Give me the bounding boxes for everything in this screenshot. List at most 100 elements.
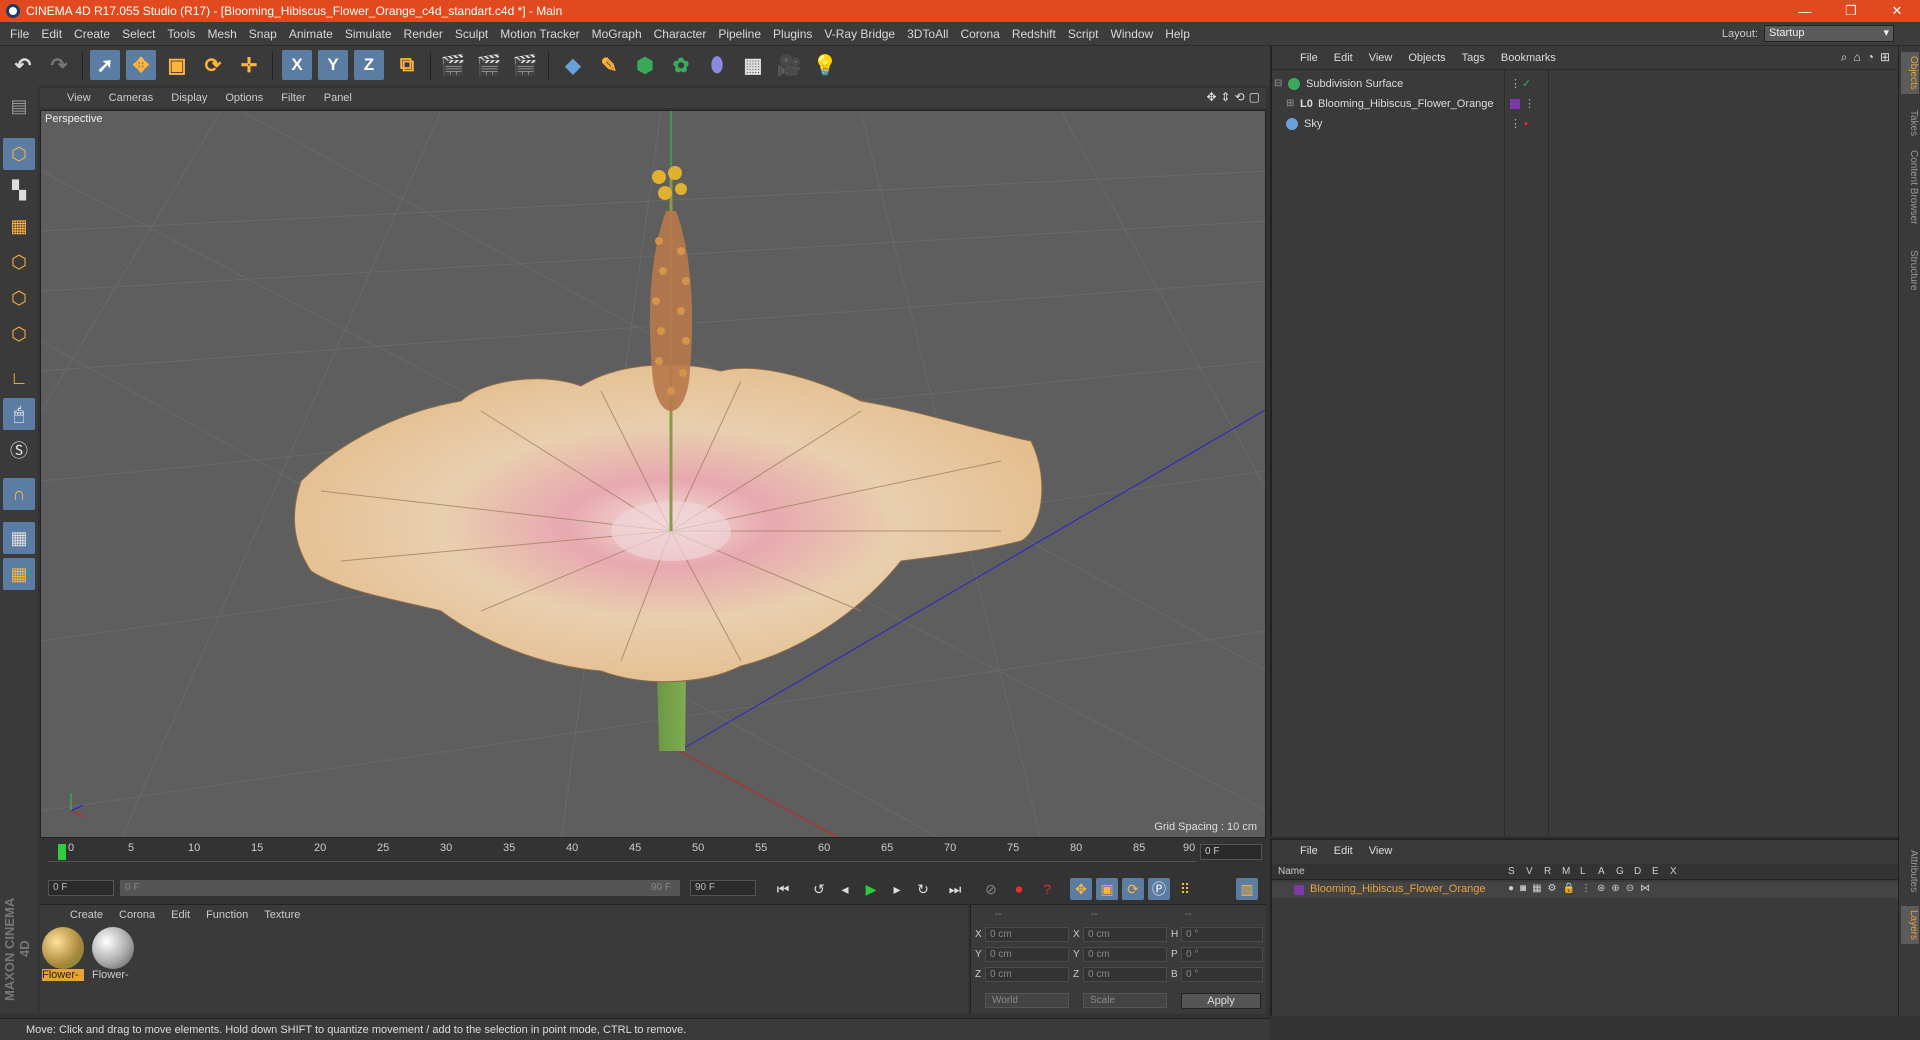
layer-row[interactable]: Blooming_Hibiscus_Flower_Orange ●◙▦⚙🔒⋮⊛⊕… bbox=[1272, 882, 1898, 898]
redo-icon[interactable]: ↷ bbox=[44, 50, 74, 80]
size-z-field[interactable]: 0 cm bbox=[1083, 967, 1167, 982]
size-y-field[interactable]: 0 cm bbox=[1083, 947, 1167, 962]
menu-tools[interactable]: Tools bbox=[161, 27, 201, 41]
rotate-tool-icon[interactable]: ⟳ bbox=[198, 50, 228, 80]
visibility-dots-icon[interactable]: ⋮ bbox=[1510, 77, 1521, 90]
object-row[interactable]: ⊟ Subdivision Surface ⋮ ✓ bbox=[1274, 74, 1898, 93]
tab-attributes[interactable]: Attributes bbox=[1901, 846, 1919, 896]
go-to-end-icon[interactable]: ⏭ bbox=[944, 878, 966, 900]
object-row[interactable]: ⊞ L0 Blooming_Hibiscus_Flower_Orange ⋮ bbox=[1274, 94, 1898, 113]
workplane-align-icon[interactable]: ▦ bbox=[3, 558, 35, 590]
light-icon[interactable]: 💡 bbox=[810, 50, 840, 80]
minimize-button[interactable]: — bbox=[1782, 0, 1828, 22]
perspective-viewport[interactable]: Perspective Grid Spacing : 10 cm bbox=[40, 110, 1266, 838]
subdivision-surface-icon[interactable]: ⬢ bbox=[630, 50, 660, 80]
playhead[interactable] bbox=[58, 844, 66, 860]
menu-plugins[interactable]: Plugins bbox=[767, 27, 818, 41]
layout-select[interactable]: Startup bbox=[1764, 25, 1894, 42]
render-dot-icon[interactable]: • bbox=[1524, 118, 1528, 130]
tab-layers[interactable]: Layers bbox=[1901, 906, 1919, 945]
om-menu-file[interactable]: File bbox=[1292, 52, 1326, 64]
material-menu-create[interactable]: Create bbox=[62, 909, 111, 921]
pan-view-icon[interactable]: ✥ bbox=[1206, 90, 1216, 104]
workplane-lock-icon[interactable]: ▦ bbox=[3, 522, 35, 554]
autokey-icon[interactable]: ? bbox=[1036, 878, 1058, 900]
camera-icon[interactable]: 🎥 bbox=[774, 50, 804, 80]
viewport-menu-panel[interactable]: Panel bbox=[315, 92, 361, 104]
layer-name[interactable]: Blooming_Hibiscus_Flower_Orange bbox=[1310, 883, 1485, 895]
points-mode-icon[interactable]: ⬡ bbox=[3, 246, 35, 278]
menu-sculpt[interactable]: Sculpt bbox=[449, 27, 494, 41]
viewport-menu-cameras[interactable]: Cameras bbox=[100, 92, 163, 104]
viewport-menu-display[interactable]: Display bbox=[162, 92, 216, 104]
menu-vray-bridge[interactable]: V-Ray Bridge bbox=[818, 27, 901, 41]
apply-button[interactable]: Apply bbox=[1181, 993, 1261, 1009]
menu-render[interactable]: Render bbox=[398, 27, 449, 41]
visibility-dots-icon[interactable]: ⋮ bbox=[1524, 97, 1535, 110]
menu-redshift[interactable]: Redshift bbox=[1006, 27, 1062, 41]
material-swatch[interactable]: Flower- bbox=[42, 927, 86, 985]
menu-select[interactable]: Select bbox=[116, 27, 161, 41]
menu-mesh[interactable]: Mesh bbox=[201, 27, 242, 41]
move-tool-icon[interactable]: ✥ bbox=[126, 50, 156, 80]
om-menu-edit[interactable]: Edit bbox=[1326, 52, 1361, 64]
lm-menu-edit[interactable]: Edit bbox=[1326, 845, 1361, 857]
key-scale-icon[interactable]: ▣ bbox=[1096, 878, 1118, 900]
menu-3dtoall[interactable]: 3DToAll bbox=[901, 27, 954, 41]
menu-character[interactable]: Character bbox=[648, 27, 713, 41]
material-menu-texture[interactable]: Texture bbox=[256, 909, 308, 921]
polygons-mode-icon[interactable]: ⬡ bbox=[3, 318, 35, 350]
maximize-view-icon[interactable]: ▢ bbox=[1249, 90, 1260, 104]
menu-simulate[interactable]: Simulate bbox=[339, 27, 398, 41]
search-icon[interactable]: ⌕ bbox=[1841, 50, 1848, 65]
menu-pipeline[interactable]: Pipeline bbox=[712, 27, 767, 41]
collapse-icon[interactable]: ⊟ bbox=[1274, 78, 1288, 89]
y-axis-button[interactable]: Y bbox=[318, 50, 348, 80]
home-icon[interactable]: ⌂ bbox=[1853, 50, 1860, 65]
new-view-icon[interactable]: ⊞ bbox=[1880, 50, 1890, 65]
position-z-field[interactable]: 0 cm bbox=[985, 967, 1069, 982]
layer-color-swatch[interactable] bbox=[1294, 885, 1304, 895]
key-position-icon[interactable]: ✥ bbox=[1070, 878, 1092, 900]
menu-animate[interactable]: Animate bbox=[283, 27, 339, 41]
menu-script[interactable]: Script bbox=[1062, 27, 1105, 41]
key-pla-icon[interactable]: ⠿ bbox=[1174, 878, 1196, 900]
axis-mode-icon[interactable]: ∟ bbox=[3, 362, 35, 394]
timeline[interactable]: 0 5 10 15 20 25 30 35 40 45 50 55 60 65 … bbox=[40, 840, 1266, 876]
record-active-icon[interactable]: ⏺ bbox=[1008, 878, 1030, 900]
move-alt-tool-icon[interactable]: ✛ bbox=[234, 50, 264, 80]
key-rotation-icon[interactable]: ⟳ bbox=[1122, 878, 1144, 900]
edges-mode-icon[interactable]: ⬡ bbox=[3, 282, 35, 314]
enabled-check-icon[interactable]: ✓ bbox=[1522, 77, 1531, 90]
rotation-p-field[interactable]: 0 ° bbox=[1181, 947, 1263, 962]
undo-icon[interactable]: ↶ bbox=[8, 50, 38, 80]
preview-range-slider[interactable]: 0 F 90 F bbox=[120, 880, 680, 896]
zoom-view-icon[interactable]: ⇕ bbox=[1221, 90, 1231, 104]
layer-color-swatch[interactable] bbox=[1510, 98, 1520, 109]
solo-mode-icon[interactable]: Ⓢ bbox=[3, 434, 35, 466]
x-axis-button[interactable]: X bbox=[282, 50, 312, 80]
menu-edit[interactable]: Edit bbox=[35, 27, 68, 41]
viewport-menu-filter[interactable]: Filter bbox=[272, 92, 314, 104]
live-selection-icon[interactable]: ➚ bbox=[90, 50, 120, 80]
tab-structure[interactable]: Structure bbox=[1901, 246, 1919, 295]
close-button[interactable]: ✕ bbox=[1874, 0, 1920, 22]
expand-icon[interactable]: ⊞ bbox=[1286, 98, 1300, 109]
menu-file[interactable]: File bbox=[4, 27, 35, 41]
object-row[interactable]: Sky ⋮ • bbox=[1274, 114, 1898, 133]
menu-window[interactable]: Window bbox=[1105, 27, 1160, 41]
tab-objects[interactable]: Objects bbox=[1901, 52, 1919, 94]
start-frame-field[interactable]: 0 F bbox=[48, 880, 114, 896]
layer-toggles[interactable]: ●◙▦⚙🔒⋮⊛⊕⊝⋈ bbox=[1508, 883, 1656, 894]
timeline-window-icon[interactable]: ▥ bbox=[1236, 878, 1258, 900]
coordinate-system-icon[interactable]: ⧉ bbox=[392, 50, 422, 80]
menu-motion-tracker[interactable]: Motion Tracker bbox=[494, 27, 585, 41]
floor-icon[interactable]: ▦ bbox=[738, 50, 768, 80]
material-swatch[interactable]: Flower- bbox=[92, 927, 136, 985]
deformer-icon[interactable]: ⬮ bbox=[702, 50, 732, 80]
render-view-icon[interactable]: 🎬 bbox=[438, 50, 468, 80]
pen-spline-icon[interactable]: ✎ bbox=[594, 50, 624, 80]
make-editable-icon[interactable]: ▤ bbox=[3, 90, 35, 122]
next-key-icon[interactable]: ↻ bbox=[912, 878, 934, 900]
restore-button[interactable]: ❐ bbox=[1828, 0, 1874, 22]
